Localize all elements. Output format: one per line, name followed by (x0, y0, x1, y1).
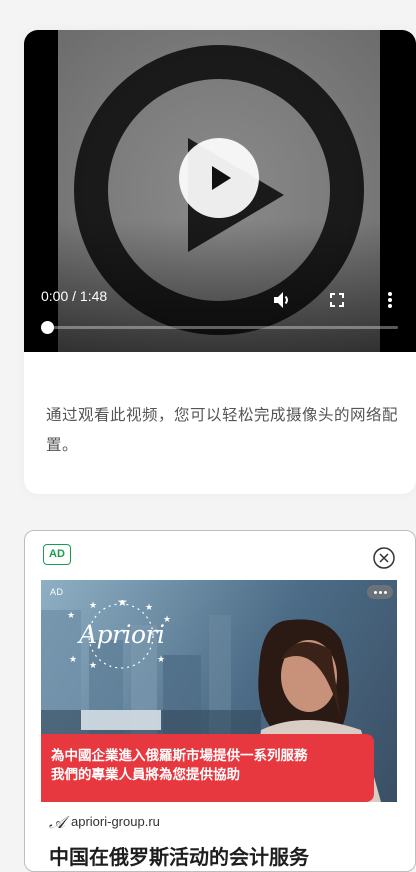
ad-corner-label: AD (50, 587, 64, 597)
svg-text:★: ★ (89, 601, 97, 611)
video-player[interactable]: 0:00 / 1:48 (24, 30, 416, 352)
play-button[interactable] (179, 138, 259, 218)
volume-button[interactable] (270, 288, 294, 312)
ad-card[interactable]: AD AD ★ ★ ★ ★ ★ ★ ★ ★ Apriori 為中國企業進入俄羅斯… (24, 530, 416, 872)
progress-bar[interactable] (41, 321, 398, 334)
close-ad-button[interactable] (373, 547, 395, 569)
controls-gradient (24, 220, 416, 352)
svg-text:★: ★ (117, 600, 128, 609)
play-icon (212, 166, 231, 190)
svg-text:★: ★ (89, 661, 97, 670)
time-display: 0:00 / 1:48 (41, 288, 108, 304)
svg-text:★: ★ (145, 603, 153, 613)
more-horizontal-icon-dot (384, 591, 387, 594)
ad-image[interactable]: AD ★ ★ ★ ★ ★ ★ ★ ★ Apriori 為中國企業進入俄羅斯市場提… (41, 580, 397, 802)
fullscreen-icon (330, 293, 344, 307)
more-horizontal-icon-dot (379, 591, 382, 594)
ad-headline[interactable]: 中国在俄罗斯活动的会计服务 (49, 841, 309, 870)
ad-menu-button[interactable] (367, 585, 393, 599)
ad-banner-line-1: 為中國企業進入俄羅斯市場提供一系列服務 (51, 748, 308, 764)
advertiser-domain: apriori-group.ru (71, 814, 160, 829)
video-card: 0:00 / 1:48 通过观看此视频，您可以轻松完成摄像头的网络配置。 (24, 30, 416, 494)
volume-icon (274, 292, 288, 308)
ad-banner-line-2: 我們的專業人員將為您提供協助 (51, 767, 240, 783)
svg-text:★: ★ (69, 655, 77, 665)
progress-thumb[interactable] (41, 321, 54, 334)
video-caption: 通过观看此视频，您可以轻松完成摄像头的网络配置。 (46, 406, 399, 454)
svg-text:★: ★ (157, 655, 165, 665)
brand-logo: ★ ★ ★ ★ ★ ★ ★ ★ Apriori (59, 595, 189, 671)
more-vertical-icon (388, 292, 392, 308)
svg-text:★: ★ (67, 611, 75, 621)
close-circle-icon (373, 547, 395, 569)
more-horizontal-icon (374, 591, 377, 594)
advertiser-logo-icon: 𝒜 (49, 813, 66, 833)
brand-name: Apriori (79, 620, 165, 649)
ad-badge: AD (43, 544, 71, 565)
fullscreen-button[interactable] (325, 288, 349, 312)
ad-banner: 為中國企業進入俄羅斯市場提供一系列服務 我們的專業人員將為您提供協助 (41, 734, 374, 802)
more-options-button[interactable] (378, 288, 402, 312)
